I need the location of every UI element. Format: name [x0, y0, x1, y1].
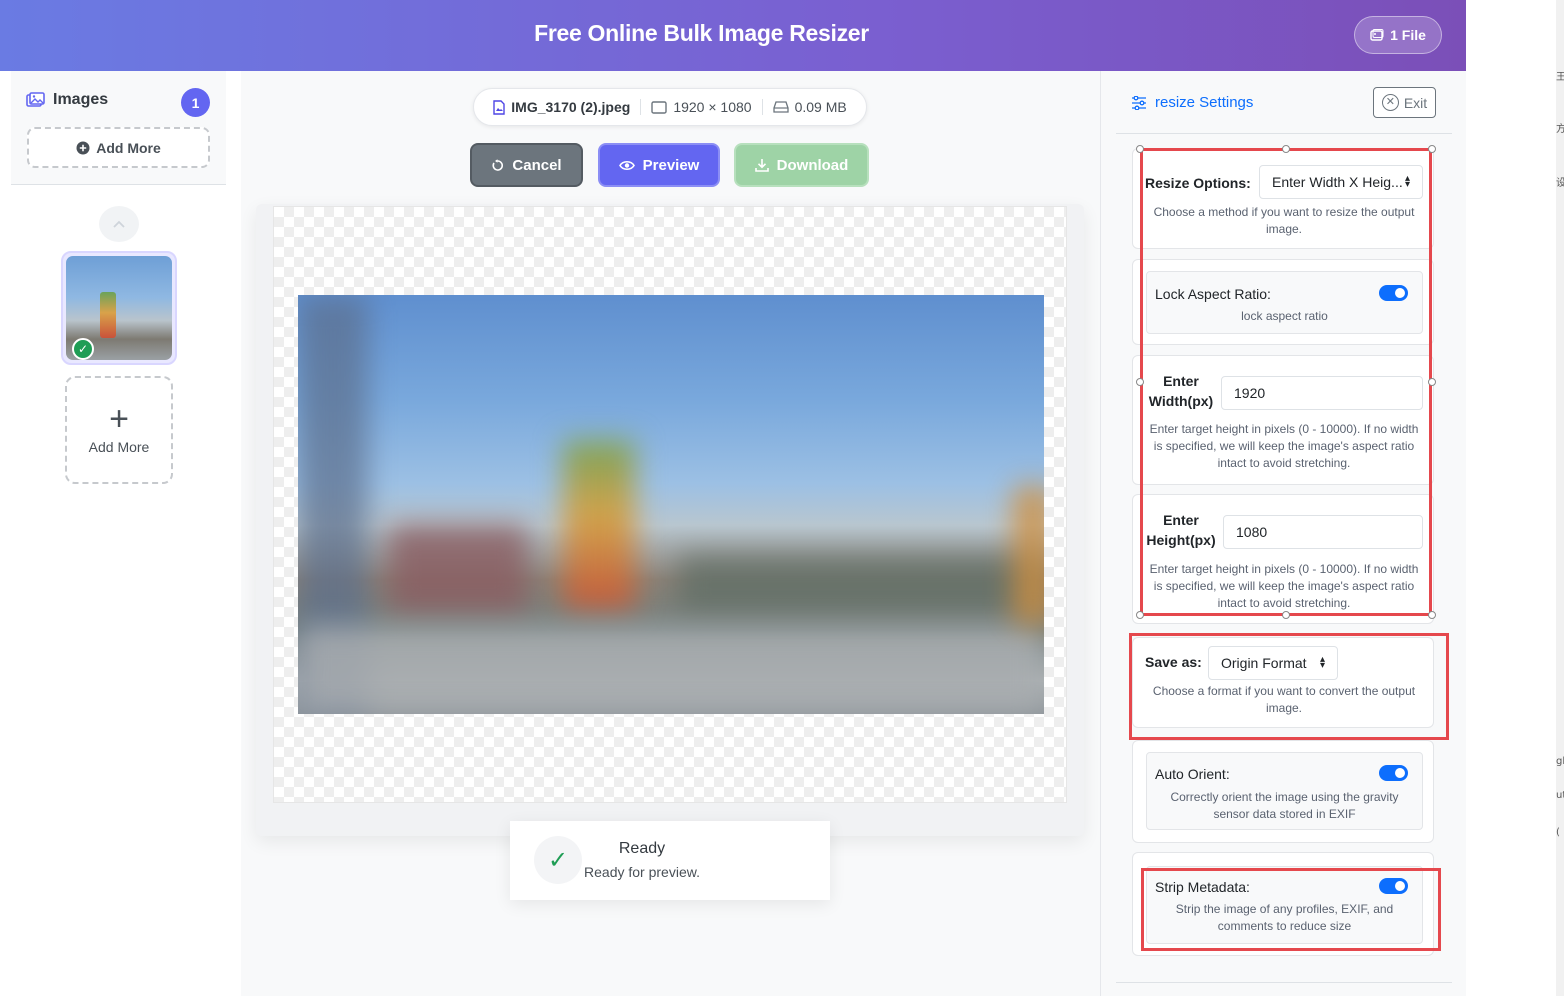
resize-handle[interactable] — [1136, 378, 1144, 386]
resize-handle[interactable] — [1136, 611, 1144, 619]
status-toast: ✓ Ready Ready for preview. — [510, 821, 830, 900]
preview-label: Preview — [642, 156, 700, 174]
images-icon — [26, 92, 45, 107]
resize-handle[interactable] — [1136, 145, 1144, 153]
image-building — [388, 525, 528, 615]
divider — [761, 99, 763, 115]
reset-icon — [492, 158, 504, 171]
settings-header: resize Settings ✕ Exit — [1116, 71, 1452, 134]
status-subtitle: Ready for preview. — [584, 864, 700, 880]
highlight-save-as — [1129, 633, 1449, 740]
images-sidebar-header: Images 1 Add More — [11, 71, 226, 185]
cancel-button[interactable]: Cancel — [470, 143, 583, 187]
cancel-label: Cancel — [512, 156, 562, 174]
file-dimensions: 1920 × 1080 — [651, 99, 752, 115]
file-info-bar: IMG_3170 (2).jpeg 1920 × 1080 0.09 MB — [473, 88, 867, 126]
preview-image — [298, 295, 1044, 714]
add-more-button[interactable]: Add More — [27, 127, 210, 168]
highlight-size-settings — [1140, 148, 1432, 616]
highlight-strip-metadata — [1141, 868, 1441, 951]
add-more-label: Add More — [96, 139, 161, 156]
resize-handle[interactable] — [1428, 145, 1436, 153]
edge-glyph: 王 — [1556, 72, 1564, 83]
add-more-tile-label: Add More — [88, 439, 150, 455]
thumbnail-image: ✓ — [66, 256, 172, 360]
add-more-tile[interactable]: + Add More — [65, 376, 173, 484]
auto-orient-toggle[interactable] — [1379, 765, 1408, 781]
image-sign-pole — [563, 440, 635, 610]
check-icon: ✓ — [72, 338, 94, 360]
image-icon — [1370, 28, 1384, 41]
download-label: Download — [776, 156, 849, 174]
auto-orient-help: Correctly orient the image using the gra… — [1170, 790, 1399, 821]
file-dimensions-label: 1920 × 1080 — [673, 99, 752, 115]
file-size: 0.09 MB — [772, 99, 847, 115]
app-header: Free Online Bulk Image Resizer 1 File — [0, 0, 1466, 71]
hard-drive-icon — [772, 101, 789, 113]
edge-glyph: ( — [1556, 827, 1560, 838]
download-icon — [754, 159, 769, 172]
edge-glyph: gl — [1556, 756, 1564, 767]
auto-orient-card: Auto Orient: Correctly orient the image … — [1132, 740, 1434, 843]
close-icon: ✕ — [1381, 94, 1399, 111]
auto-orient-label: Auto Orient: — [1155, 766, 1230, 782]
eye-icon — [618, 160, 635, 170]
resize-handle[interactable] — [1282, 611, 1290, 619]
file-name: IMG_3170 (2).jpeg — [493, 99, 630, 115]
file-count-label: 1 File — [1390, 27, 1426, 43]
sliders-icon — [1132, 95, 1146, 110]
image-trees — [678, 555, 1044, 615]
file-name-label: IMG_3170 (2).jpeg — [511, 99, 631, 115]
preview-area: IMG_3170 (2).jpeg 1920 × 1080 0.09 MB Ca… — [241, 71, 1100, 996]
edge-strip — [1466, 0, 1564, 996]
status-title: Ready — [618, 840, 666, 857]
divider — [640, 99, 642, 115]
resize-handle[interactable] — [1428, 378, 1436, 386]
download-button[interactable]: Download — [734, 143, 869, 187]
image-street — [298, 625, 1044, 714]
preview-button[interactable]: Preview — [598, 143, 720, 187]
images-title-label: Images — [53, 91, 109, 108]
file-count-button[interactable]: 1 File — [1354, 16, 1442, 54]
images-count-badge: 1 — [181, 88, 210, 117]
scroll-up-button[interactable] — [99, 206, 139, 242]
image-frame-icon — [651, 100, 668, 114]
exit-label: Exit — [1403, 94, 1428, 111]
check-icon: ✓ — [534, 836, 582, 884]
image-sign-right — [1013, 485, 1044, 625]
edge-glyph: ut — [1556, 790, 1564, 801]
resize-handle[interactable] — [1282, 145, 1290, 153]
file-image-icon — [493, 99, 505, 115]
plus-circle-icon — [76, 141, 90, 154]
thumbnail-sign — [100, 292, 116, 338]
file-size-label: 0.09 MB — [794, 99, 847, 115]
exit-button[interactable]: ✕ Exit — [1373, 87, 1436, 118]
edge-glyph: 设 — [1556, 178, 1564, 189]
edge-scrollbar — [1556, 0, 1564, 996]
auto-orient-inner: Auto Orient: Correctly orient the image … — [1146, 752, 1423, 830]
resize-handle[interactable] — [1428, 611, 1436, 619]
panel-footer — [1116, 982, 1452, 996]
chevron-up-icon — [113, 220, 125, 228]
plus-icon: + — [109, 400, 129, 438]
page-title: Free Online Bulk Image Resizer — [534, 20, 869, 46]
images-title: Images — [26, 91, 108, 109]
edge-glyph: 方 — [1556, 124, 1564, 135]
image-thumbnail[interactable]: ✓ — [61, 251, 177, 365]
preview-canvas — [273, 206, 1067, 803]
settings-title: resize Settings — [1131, 94, 1253, 111]
settings-title-label: resize Settings — [1155, 94, 1254, 111]
images-sidebar: Images 1 Add More ✓ + Add More — [0, 71, 241, 996]
